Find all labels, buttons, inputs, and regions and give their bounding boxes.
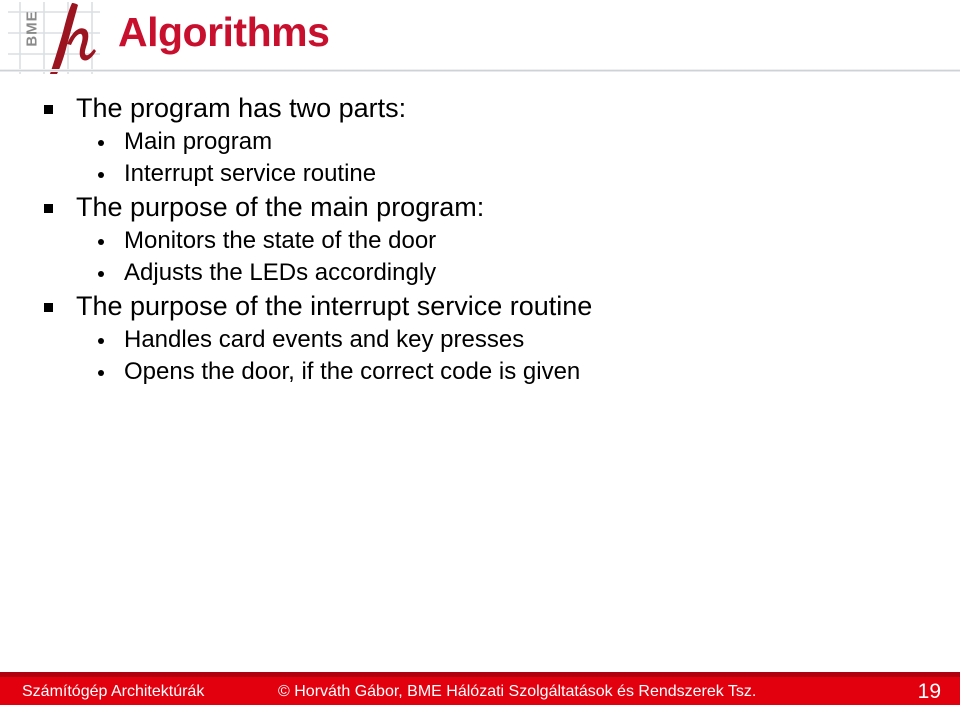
bullet-item: Main program [0,127,960,157]
bullet-text: Handles card events and key presses [124,326,525,353]
bullet-item: The purpose of the interrupt service rou… [0,290,960,323]
logo-bme-text: BME [23,10,41,47]
dot-bullet-icon [96,325,124,355]
bullet-text: Main program [124,128,273,155]
footer-copyright: © Horváth Gábor, BME Hálózati Szolgáltat… [278,683,757,700]
bullet-item: Handles card events and key presses [0,325,960,355]
dot-bullet-icon [96,357,124,387]
slide-footer: Számítógép Architektúrák © Horváth Gábor… [0,672,960,705]
bullet-item: The purpose of the main program: [0,191,960,224]
page-title: Algorithms [118,9,330,55]
dot-bullet-icon [96,226,124,256]
bullet-item: The program has two parts: [0,92,960,125]
square-bullet-icon [44,92,76,125]
footer-course-name: Számítógép Architektúrák [22,683,205,700]
bullet-text: Opens the door, if the correct code is g… [124,358,581,385]
slide-content: The program has two parts: Main program … [0,92,960,389]
dot-bullet-icon [96,258,124,288]
square-bullet-icon [44,290,76,323]
bullet-text: The purpose of the main program: [76,192,485,222]
dot-bullet-icon [96,159,124,189]
bullet-text: The program has two parts: [76,93,407,123]
bullet-text: Adjusts the LEDs accordingly [124,259,437,286]
bullet-item: Opens the door, if the correct code is g… [0,357,960,387]
bullet-text: Interrupt service routine [124,160,377,187]
footer-page-number: 19 [917,680,941,703]
bullet-item: Interrupt service routine [0,159,960,189]
bullet-text: Monitors the state of the door [124,227,437,254]
bullet-item: Monitors the state of the door [0,226,960,256]
bme-h-logo-icon [50,3,96,74]
bullet-text: The purpose of the interrupt service rou… [76,291,593,321]
slide-header: BME Algorithms [0,0,960,74]
dot-bullet-icon [96,127,124,157]
square-bullet-icon [44,191,76,224]
bme-logo: BME [8,2,100,74]
bullet-item: Adjusts the LEDs accordingly [0,258,960,288]
header-divider [0,69,960,72]
